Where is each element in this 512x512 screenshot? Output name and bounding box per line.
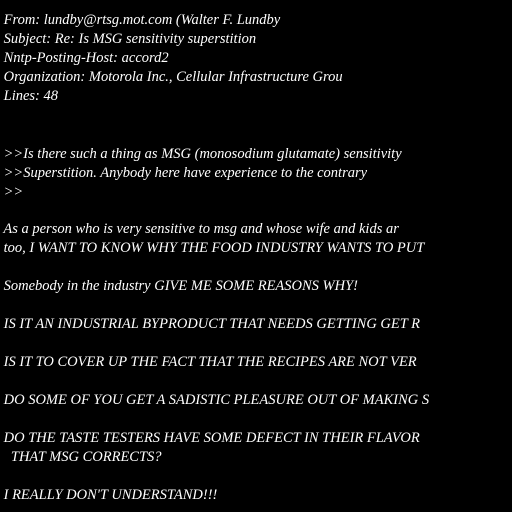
header-lines: Lines: 48 — [0, 88, 58, 104]
body-line: I REALLY DON'T UNDERSTAND!!! — [0, 487, 218, 503]
message-page: From: lundby@rtsg.mot.com (Walter F. Lun… — [0, 0, 512, 512]
body-line: As a person who is very sensitive to msg… — [0, 221, 399, 237]
header-organization: Organization: Motorola Inc., Cellular In… — [0, 69, 343, 85]
body-line: DO SOME OF YOU GET A SADISTIC PLEASURE O… — [0, 392, 430, 408]
quoted-line: >>Is there such a thing as MSG (monosodi… — [0, 146, 402, 162]
body-line: IS IT TO COVER UP THE FACT THAT THE RECI… — [0, 354, 417, 370]
quoted-line: >>Superstition. Anybody here have experi… — [0, 165, 368, 181]
body-line: too, I WANT TO KNOW WHY THE FOOD INDUSTR… — [0, 240, 425, 256]
body-line: DO THE TASTE TESTERS HAVE SOME DEFECT IN… — [0, 430, 420, 446]
body-line: Somebody in the industry GIVE ME SOME RE… — [0, 278, 359, 294]
header-subject: Subject: Re: Is MSG sensitivity supersti… — [0, 31, 257, 47]
quoted-line: >> — [0, 184, 24, 200]
body-line: IS IT AN INDUSTRIAL BYPRODUCT THAT NEEDS… — [0, 316, 421, 332]
body-line: THAT MSG CORRECTS? — [0, 449, 162, 465]
header-posting-host: Nntp-Posting-Host: accord2 — [0, 50, 169, 66]
header-from: From: lundby@rtsg.mot.com (Walter F. Lun… — [0, 12, 281, 28]
